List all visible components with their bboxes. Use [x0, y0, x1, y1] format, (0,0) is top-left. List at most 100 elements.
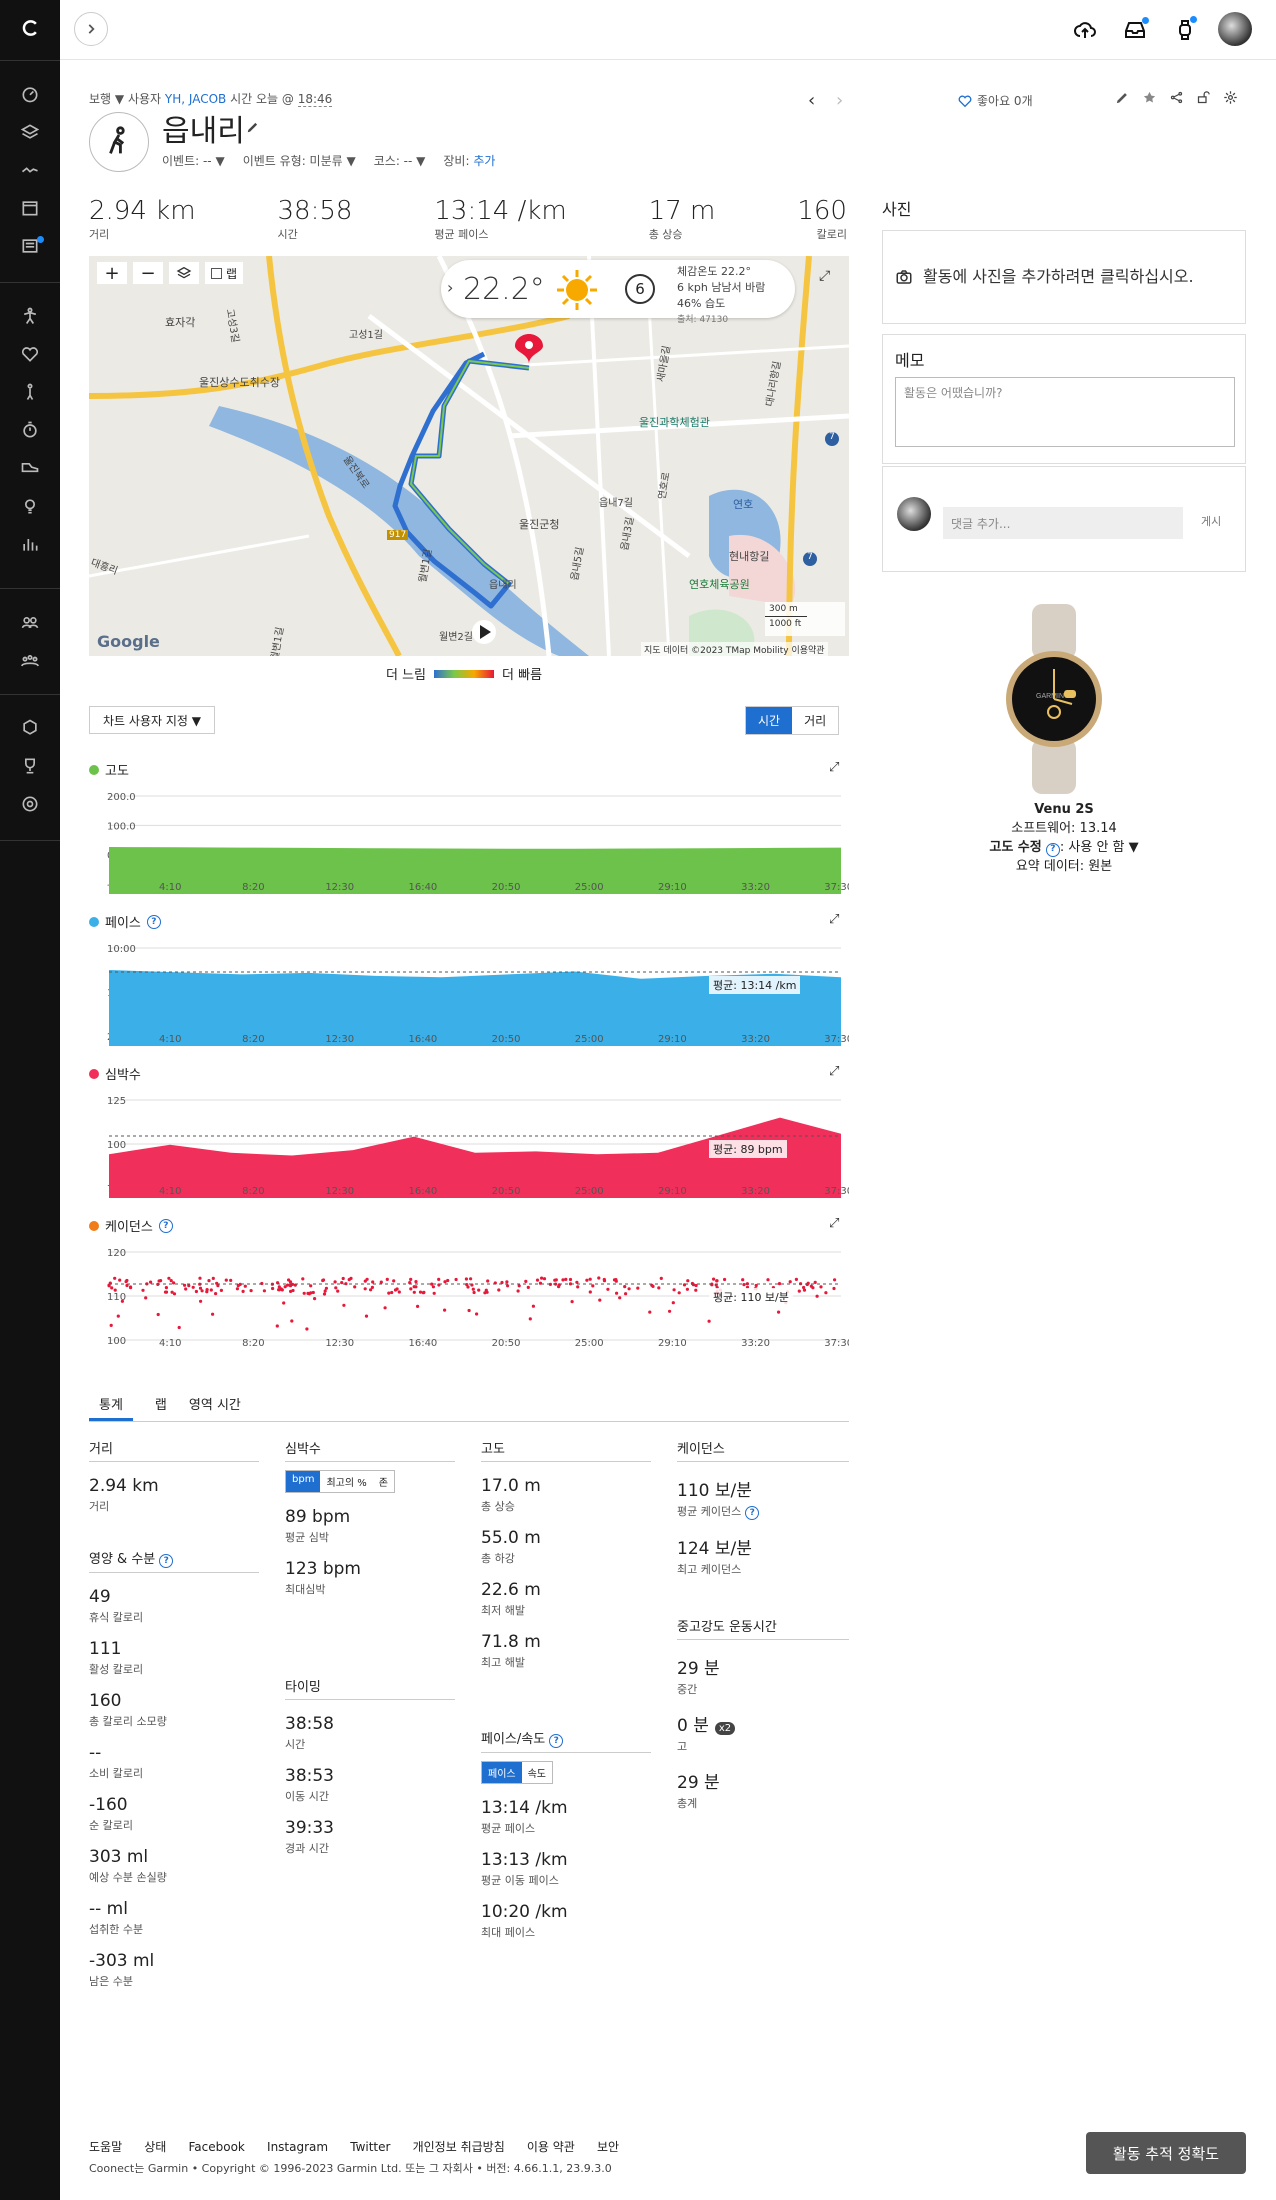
cadence-point	[723, 1277, 727, 1282]
share-icon[interactable]	[1169, 90, 1184, 105]
stopwatch-icon[interactable]	[18, 418, 42, 442]
summary-distance: 2.94 km 거리	[89, 196, 196, 241]
help-icon[interactable]: ?	[159, 1554, 174, 1568]
connections-icon[interactable]	[18, 610, 42, 634]
privacy-lock-icon[interactable]	[1196, 90, 1211, 105]
unit-toggle-option[interactable]: 최고의 %	[320, 1471, 372, 1492]
toggle-time[interactable]: 시간	[746, 707, 793, 734]
cadence-point	[199, 1299, 203, 1303]
layers-icon[interactable]	[18, 120, 42, 144]
expand-chart-icon[interactable]: ⤢	[829, 912, 839, 927]
map-layers-icon[interactable]	[169, 262, 199, 284]
course-select[interactable]: 코스: -- ▼	[374, 152, 426, 169]
challenges-target-icon[interactable]	[18, 792, 42, 816]
activity-tracking-accuracy-button[interactable]: 활동 추적 정확도	[1086, 2132, 1246, 2174]
fullscreen-icon[interactable]: ⤢	[819, 268, 830, 284]
edit-title-pencil-icon[interactable]	[246, 120, 260, 138]
help-icon[interactable]: ?	[158, 1218, 173, 1233]
next-activity-icon[interactable]: ›	[836, 90, 843, 111]
health-heart-icon[interactable]	[18, 342, 42, 366]
golf-icon[interactable]	[18, 380, 42, 404]
elevation-chart[interactable]: 고도⤢200.0100.00-100.04:108:2012:3016:4020…	[89, 752, 849, 904]
toggle-distance[interactable]: 거리	[792, 707, 838, 734]
add-gear-link[interactable]: 추가	[473, 154, 495, 168]
activity-time[interactable]: 18:46	[297, 92, 333, 107]
user-link[interactable]: YH, JACOB	[165, 92, 226, 106]
pace-chart[interactable]: 페이스?⤢10:0015:0020:004:108:2012:3016:4020…	[89, 904, 849, 1056]
calendar-icon[interactable]	[18, 196, 42, 220]
connect-logo-icon[interactable]	[18, 16, 42, 40]
unit-toggle-option[interactable]: 페이스	[482, 1762, 522, 1783]
cadence-point	[229, 1278, 233, 1282]
breadcrumb: 보행 ▼ 사용자 YH, JACOB 시간 오늘 @ 18:46	[89, 92, 333, 107]
device-name[interactable]: Venu 2S	[882, 800, 1246, 819]
activity-type[interactable]: 보행	[89, 92, 111, 106]
tab-stats[interactable]: 통계	[89, 1390, 133, 1421]
event-type-select[interactable]: 이벤트 유형: 미분류 ▼	[243, 152, 356, 169]
help-icon[interactable]: ?	[745, 1506, 760, 1520]
footer-link-instagram[interactable]: Instagram	[267, 2140, 328, 2154]
news-feed-icon[interactable]	[18, 234, 44, 258]
previous-activity-icon[interactable]: ‹	[808, 90, 815, 111]
laps-checkbox[interactable]	[211, 267, 222, 279]
zoom-in-icon[interactable]: +	[97, 262, 127, 284]
cadence-chart[interactable]: 케이던스? ⤢ 120 110 100 4:10 8:20 12:30 16:40 20:50 25…	[89, 1208, 849, 1360]
inbox-icon[interactable]	[1121, 16, 1149, 44]
like-button[interactable]: 좋아요 0개	[957, 92, 1033, 109]
laps-toggle[interactable]: 랩	[205, 262, 244, 284]
gear-shoe-icon[interactable]	[18, 456, 42, 480]
reports-icon[interactable]	[18, 532, 42, 556]
elevation-correction-select[interactable]: : 사용 안 함	[1060, 840, 1125, 855]
footer-link-status[interactable]: 상태	[144, 2140, 166, 2154]
footer-link-help[interactable]: 도움말	[89, 2140, 122, 2154]
weather-expand-icon[interactable]: ›	[447, 278, 453, 297]
help-icon[interactable]: ?	[549, 1734, 564, 1748]
unit-toggle-option[interactable]: 존	[373, 1471, 394, 1492]
footer-link-twitter[interactable]: Twitter	[350, 2140, 390, 2154]
badges-icon[interactable]	[18, 716, 42, 740]
notes-textarea[interactable]: 활동은 어땠습니까?	[895, 377, 1235, 447]
unit-toggle-option[interactable]: 속도	[522, 1762, 552, 1783]
cadence-point	[833, 1278, 837, 1282]
footer-link-security[interactable]: 보안	[597, 2140, 619, 2154]
expand-chart-icon[interactable]: ⤢	[829, 1064, 839, 1079]
chevron-right-icon[interactable]	[74, 12, 108, 46]
watch-device-icon[interactable]	[1171, 16, 1199, 44]
page-title[interactable]: 읍내리	[162, 106, 245, 150]
insights-bulb-icon[interactable]	[18, 494, 42, 518]
x-tick-label: 8:20	[242, 1186, 264, 1197]
help-icon[interactable]: ?	[146, 914, 161, 929]
expand-chart-icon[interactable]: ⤢	[829, 1216, 839, 1231]
post-comment-button[interactable]: 게시	[1201, 513, 1221, 529]
upload-cloud-icon[interactable]	[1071, 16, 1099, 44]
tab-laps[interactable]: 랩	[155, 1390, 167, 1421]
footer-link-privacy[interactable]: 개인정보 취급방침	[413, 2140, 505, 2154]
trophy-icon[interactable]	[18, 754, 42, 778]
stat-value: 111	[89, 1639, 122, 1659]
settings-gear-icon[interactable]	[1223, 90, 1238, 105]
comment-input[interactable]: 댓글 추가...	[943, 507, 1183, 539]
activity-trend-icon[interactable]	[18, 158, 42, 182]
route-map[interactable]: 효자각 울진상수도취수장 울진과학체험관 연호 대나리항길 현내항길 연호체육공…	[89, 256, 849, 656]
star-icon[interactable]	[1142, 90, 1157, 105]
customize-charts-button[interactable]: 차트 사용자 지정 ▼	[89, 706, 215, 734]
event-select[interactable]: 이벤트: -- ▼	[162, 152, 225, 169]
cadence-point	[390, 1290, 394, 1295]
footer-link-facebook[interactable]: Facebook	[189, 2140, 245, 2154]
avatar[interactable]	[1218, 12, 1252, 46]
dashboard-icon[interactable]	[18, 82, 42, 106]
unit-toggle-option[interactable]: bpm	[286, 1471, 321, 1492]
cadence-point	[305, 1327, 309, 1331]
footer-link-terms[interactable]: 이용 약관	[527, 2140, 575, 2154]
tab-time-in-zones[interactable]: 영역 시간	[189, 1390, 241, 1421]
cadence-point	[443, 1280, 447, 1284]
expand-chart-icon[interactable]: ⤢	[829, 760, 839, 775]
stat-item: -- ml 섭취한 수분	[89, 1899, 259, 1937]
heart-rate-chart[interactable]: 심박수⤢125100754:108:2012:3016:4020:5025:00…	[89, 1056, 849, 1208]
add-photos-panel[interactable]: 활동에 사진을 추가하려면 클릭하십시오.	[882, 230, 1246, 324]
groups-icon[interactable]	[18, 648, 42, 672]
training-icon[interactable]	[18, 304, 42, 328]
edit-pencil-icon[interactable]	[1115, 90, 1130, 105]
zoom-out-icon[interactable]: −	[133, 262, 163, 284]
cadence-point	[322, 1292, 327, 1296]
